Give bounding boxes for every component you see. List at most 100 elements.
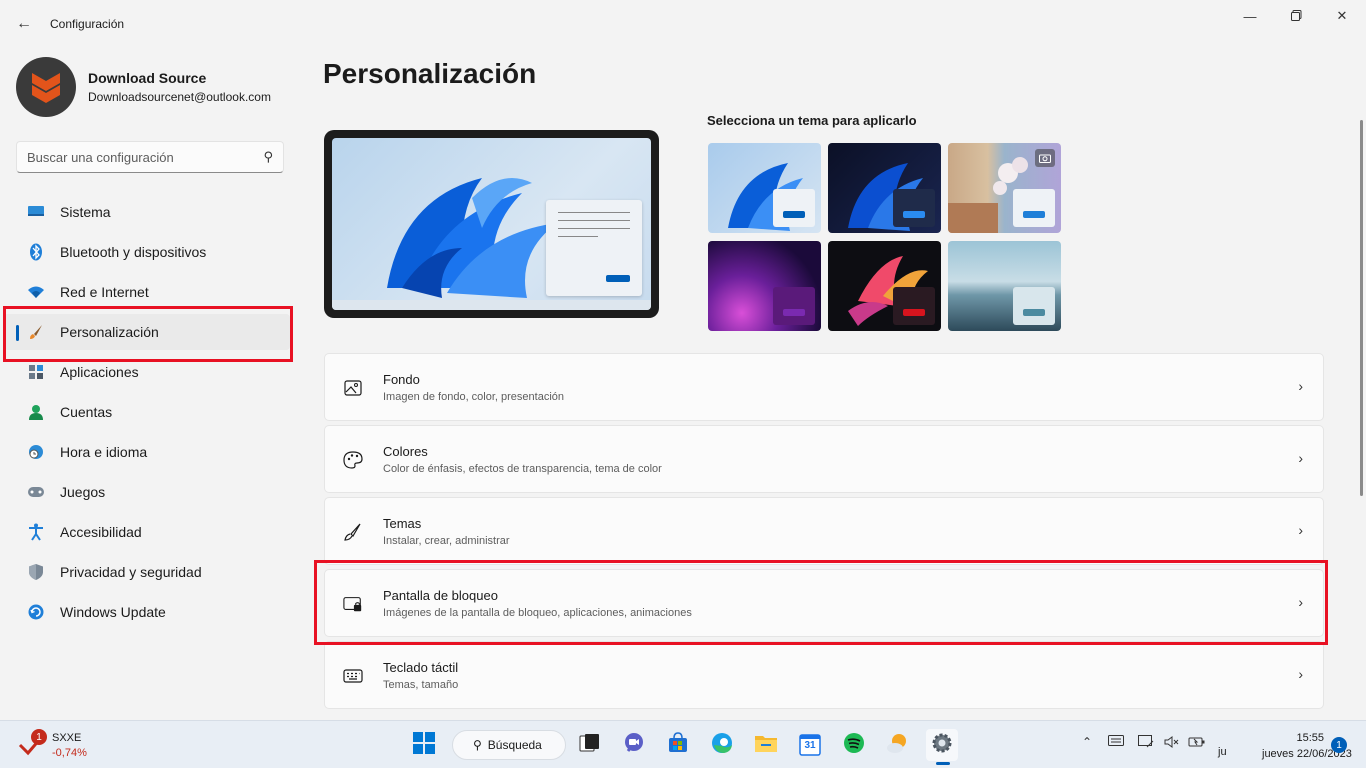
wifi-icon [26, 282, 46, 302]
brush-icon [343, 522, 363, 542]
sidebar-item-label: Bluetooth y dispositivos [60, 244, 207, 260]
profile-name: Download Source [88, 70, 207, 86]
sidebar-item-accesibilidad[interactable]: Accesibilidad [4, 514, 290, 550]
teams-chat-button[interactable] [618, 729, 650, 761]
monitor-icon [26, 202, 46, 222]
taskbar: 1 SXXE -0,74% ⚲ Búsqueda 31 ⌃ ju 15:55 j… [0, 720, 1366, 768]
weather-button[interactable] [882, 729, 914, 761]
setting-title: Fondo [383, 372, 420, 387]
theme-preview [324, 130, 659, 318]
chevron-right-icon: › [1298, 666, 1303, 682]
calendar-button[interactable]: 31 [794, 729, 826, 761]
chevron-right-icon: › [1298, 450, 1303, 466]
search-box[interactable]: ⚲ [16, 141, 284, 173]
sidebar-item-label: Hora e idioma [60, 444, 148, 460]
avatar [16, 57, 76, 117]
clock-prefix: ju [1218, 746, 1227, 758]
sidebar-item-sistema[interactable]: Sistema [4, 194, 290, 230]
setting-title: Teclado táctil [383, 660, 459, 675]
chevron-right-icon: › [1298, 378, 1303, 394]
image-icon [343, 378, 363, 398]
calendar-icon: 31 [799, 734, 821, 756]
file-explorer-button[interactable] [750, 729, 782, 761]
minimize-button[interactable]: — [1227, 0, 1273, 32]
bluetooth-icon [26, 242, 46, 262]
taskbar-search[interactable]: ⚲ Búsqueda [452, 730, 566, 760]
sidebar-item-label: Windows Update [60, 604, 166, 620]
person-icon [26, 402, 46, 422]
windows-logo-icon [413, 731, 435, 759]
scrollbar[interactable] [1360, 120, 1363, 496]
edge-button[interactable] [706, 729, 738, 761]
active-app-indicator [936, 762, 950, 765]
stock-widget[interactable]: 1 SXXE -0,74% [18, 729, 87, 761]
user-profile[interactable]: Download Source Downloadsourcenet@outloo… [16, 57, 271, 117]
update-icon [26, 602, 46, 622]
settings-list: Fondo Imagen de fondo, color, presentaci… [324, 353, 1324, 713]
sidebar-item-label: Cuentas [60, 404, 113, 420]
battery-icon[interactable] [1188, 735, 1206, 752]
calendar-day: 31 [804, 740, 816, 751]
setting-temas[interactable]: Temas Instalar, crear, administrar › [324, 497, 1324, 565]
setting-fondo[interactable]: Fondo Imagen de fondo, color, presentaci… [324, 353, 1324, 421]
theme-glow[interactable] [708, 241, 821, 331]
sidebar-item-label: Sistema [60, 204, 111, 220]
theme-sunrise[interactable] [948, 241, 1061, 331]
back-button[interactable]: ← [12, 12, 36, 36]
profile-email: Downloadsourcenet@outlook.com [88, 90, 271, 104]
store-button[interactable] [662, 729, 694, 761]
theme-windows-dark[interactable] [828, 143, 941, 233]
theme-flowers[interactable] [948, 143, 1061, 233]
pen-icon[interactable] [1138, 735, 1154, 752]
theme-captured-motion[interactable] [828, 241, 941, 331]
title-bar: ← Configuración — ✕ [0, 0, 1366, 48]
sidebar-item-juegos[interactable]: Juegos [4, 474, 290, 510]
task-view-button[interactable] [574, 729, 606, 761]
theme-windows-light[interactable] [708, 143, 821, 233]
setting-colores[interactable]: Colores Color de énfasis, efectos de tra… [324, 425, 1324, 493]
shield-icon [26, 562, 46, 582]
search-input[interactable] [27, 149, 264, 165]
sidebar-item-hora[interactable]: Hora e idioma [4, 434, 290, 470]
weather-icon [886, 732, 910, 759]
gamepad-icon [26, 482, 46, 502]
setting-title: Temas [383, 516, 422, 531]
download-source-logo-icon [32, 73, 60, 103]
search-icon[interactable]: ⚲ [263, 149, 273, 165]
clock[interactable]: 15:55 jueves 22/06/2023 [1262, 730, 1352, 762]
sidebar-item-label: Privacidad y seguridad [60, 564, 202, 580]
sidebar-item-privacidad[interactable]: Privacidad y seguridad [4, 554, 290, 590]
task-view-icon [579, 733, 601, 758]
accessibility-icon [26, 522, 46, 542]
sidebar-item-red[interactable]: Red e Internet [4, 274, 290, 310]
sidebar-item-cuentas[interactable]: Cuentas [4, 394, 290, 430]
highlight-box-personalizacion [3, 306, 293, 362]
search-icon: ⚲ [473, 738, 482, 752]
spotify-button[interactable] [838, 729, 870, 761]
setting-teclado-tactil[interactable]: Teclado táctil Temas, tamaño › [324, 641, 1324, 709]
stock-name: SXXE [52, 732, 82, 744]
sidebar-item-label: Red e Internet [60, 284, 149, 300]
sidebar-item-bluetooth[interactable]: Bluetooth y dispositivos [4, 234, 290, 270]
store-icon [667, 731, 689, 759]
keyboard-icon[interactable] [1108, 735, 1124, 749]
show-hidden-icons-icon[interactable]: ⌃ [1082, 735, 1092, 749]
back-arrow-icon: ← [16, 15, 32, 32]
volume-muted-icon[interactable] [1164, 735, 1180, 752]
notification-badge[interactable]: 1 [1331, 737, 1347, 753]
start-button[interactable] [408, 729, 440, 761]
sidebar-item-windows-update[interactable]: Windows Update [4, 594, 290, 630]
sidebar-item-label: Aplicaciones [60, 364, 139, 380]
setting-desc: Imagen de fondo, color, presentación [383, 391, 565, 403]
chat-icon [623, 732, 645, 759]
close-button[interactable]: ✕ [1319, 0, 1365, 32]
preview-screen [332, 138, 651, 310]
maximize-button[interactable] [1273, 0, 1319, 32]
sidebar-nav: Sistema Bluetooth y dispositivos Red e I… [4, 194, 290, 634]
settings-button[interactable] [926, 729, 958, 761]
chevron-right-icon: › [1298, 522, 1303, 538]
spotify-icon [843, 732, 865, 759]
themes-title: Selecciona un tema para aplicarlo [707, 113, 917, 128]
preview-taskbar [332, 300, 651, 310]
close-icon: ✕ [1336, 8, 1348, 23]
